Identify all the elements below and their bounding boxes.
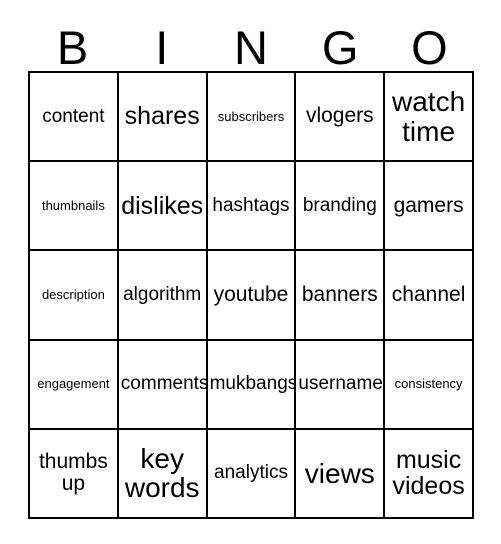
bingo-cell-label: thumbs up xyxy=(38,450,108,496)
bingo-cell-i5[interactable]: key words xyxy=(118,429,208,519)
bingo-cell-label: content xyxy=(42,105,105,127)
bingo-cell-n4[interactable]: mukbangs xyxy=(207,340,297,430)
bingo-cell-label: comments xyxy=(120,373,208,395)
bingo-cell-label: watch time xyxy=(392,85,466,147)
bingo-row: content shares subscribers vlogers watch tim… xyxy=(30,73,474,163)
bingo-cell-n1[interactable]: subscribers xyxy=(207,73,297,163)
bingo-cell-label: channel xyxy=(391,282,466,306)
bingo-row: thumbs up key words analytics views music vi… xyxy=(30,429,474,519)
bingo-cell-label: username xyxy=(298,373,383,395)
bingo-header: B I N G O xyxy=(28,14,474,71)
bingo-cell-label: thumbnails xyxy=(41,197,105,213)
bingo-cell-label: hashtags xyxy=(212,194,290,216)
bingo-cell-label: description xyxy=(41,287,105,303)
bingo-cell-g3[interactable]: banners xyxy=(296,251,386,341)
bingo-header-letter-g: G xyxy=(321,21,359,74)
bingo-cell-label: engagement xyxy=(37,376,110,392)
bingo-cell-label: branding xyxy=(302,194,377,216)
bingo-cell-n3[interactable]: youtube xyxy=(207,251,297,341)
bingo-cell-label: analytics xyxy=(214,462,288,484)
bingo-cell-i2[interactable]: dislikes xyxy=(118,162,208,252)
bingo-cell-label: gamers xyxy=(393,193,464,217)
bingo-card: B I N G O content shares subscribers vloger… xyxy=(28,14,474,519)
bingo-cell-label: youtube xyxy=(213,282,289,306)
bingo-cell-o1[interactable]: watch time xyxy=(385,73,474,163)
bingo-cell-g4[interactable]: username xyxy=(296,340,386,430)
bingo-cell-g1[interactable]: vlogers xyxy=(296,73,386,163)
bingo-cell-i1[interactable]: shares xyxy=(118,73,208,163)
bingo-cell-o2[interactable]: gamers xyxy=(385,162,474,252)
bingo-cell-b4[interactable]: engagement xyxy=(30,340,119,430)
bingo-grid: content shares subscribers vlogers watch tim… xyxy=(28,71,474,519)
bingo-cell-label: key words xyxy=(124,442,200,504)
bingo-cell-label: shares xyxy=(124,102,200,131)
bingo-cell-label: subscribers xyxy=(217,108,285,124)
bingo-header-letter-o: O xyxy=(411,21,448,74)
bingo-cell-g2[interactable]: branding xyxy=(296,162,386,252)
bingo-cell-g5[interactable]: views xyxy=(296,429,386,519)
bingo-cell-b2[interactable]: thumbnails xyxy=(30,162,119,252)
bingo-cell-label: dislikes xyxy=(121,191,204,220)
bingo-cell-o3[interactable]: channel xyxy=(385,251,474,341)
bingo-cell-n5[interactable]: analytics xyxy=(207,429,297,519)
bingo-cell-b5[interactable]: thumbs up xyxy=(30,429,119,519)
bingo-cell-b3[interactable]: description xyxy=(30,251,119,341)
bingo-cell-label: vlogers xyxy=(305,104,374,128)
bingo-cell-i3[interactable]: algorithm xyxy=(118,251,208,341)
bingo-row: engagement comments mukbangs username consis… xyxy=(30,340,474,430)
bingo-cell-i4[interactable]: comments xyxy=(118,340,208,430)
bingo-row: description algorithm youtube banners channe… xyxy=(30,251,474,341)
bingo-cell-n2[interactable]: hashtags xyxy=(207,162,297,252)
bingo-header-letter-n: N xyxy=(234,21,268,74)
bingo-cell-label: banners xyxy=(301,282,378,306)
bingo-cell-label: algorithm xyxy=(123,283,202,305)
bingo-header-letter-b: B xyxy=(56,21,89,74)
bingo-row: thumbnails dislikes hashtags branding gamers xyxy=(30,162,474,252)
bingo-cell-label: consistency xyxy=(394,376,463,392)
bingo-cell-label: mukbangs xyxy=(209,373,297,395)
bingo-header-letter-i: I xyxy=(155,21,169,74)
bingo-cell-o5[interactable]: music videos xyxy=(385,429,474,519)
bingo-cell-label: views xyxy=(304,457,375,489)
bingo-cell-o4[interactable]: consistency xyxy=(385,340,474,430)
bingo-cell-b1[interactable]: content xyxy=(30,73,119,163)
bingo-cell-label: music videos xyxy=(392,445,465,501)
